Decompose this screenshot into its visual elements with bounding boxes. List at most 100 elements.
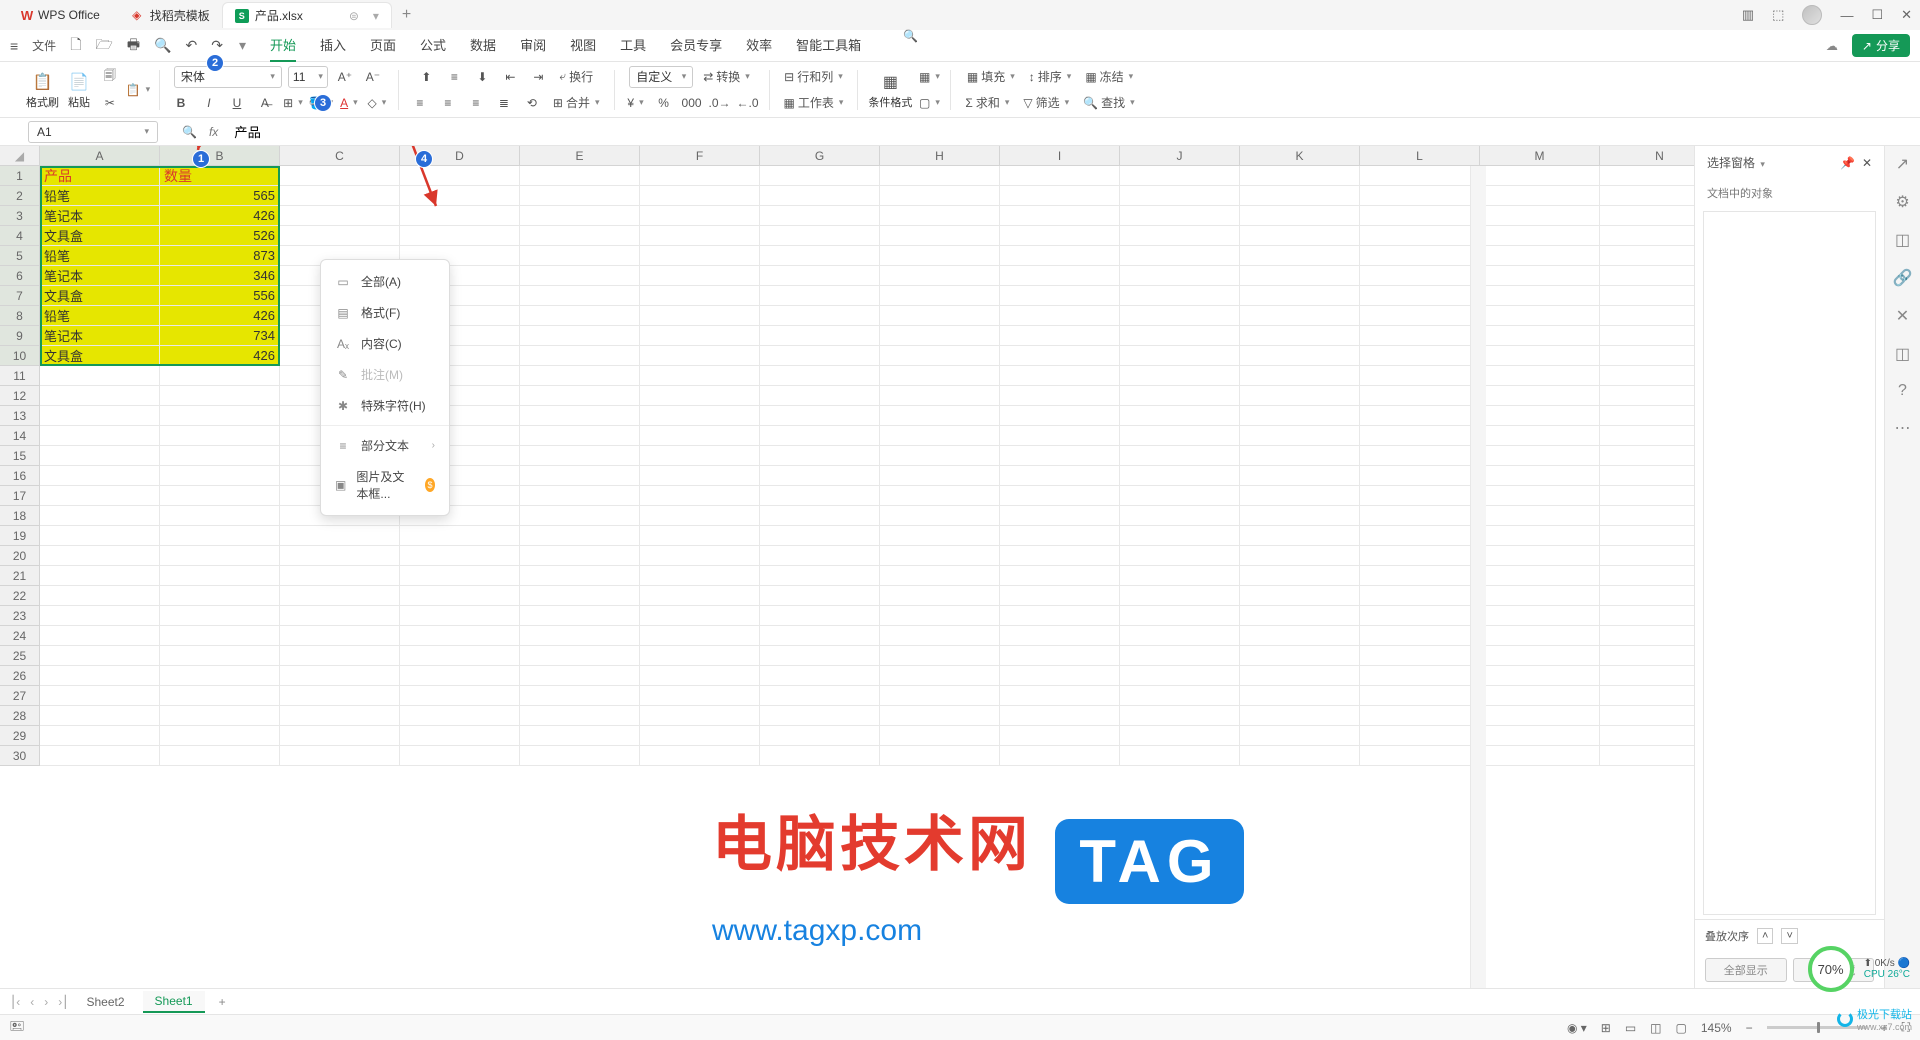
cell[interactable] (280, 706, 400, 726)
layers-icon[interactable]: ◫ (1895, 230, 1910, 250)
cell[interactable] (880, 666, 1000, 686)
cell[interactable] (640, 406, 760, 426)
cell[interactable]: 笔记本 (40, 326, 160, 346)
cell[interactable] (1120, 606, 1240, 626)
cell[interactable] (520, 686, 640, 706)
cell[interactable]: 笔记本 (40, 266, 160, 286)
currency-icon[interactable]: ¥▾ (625, 92, 647, 114)
cell[interactable] (1240, 546, 1360, 566)
cell[interactable] (1000, 366, 1120, 386)
cell[interactable] (160, 586, 280, 606)
close-button[interactable]: ✕ (1901, 7, 1912, 23)
cell[interactable] (160, 406, 280, 426)
cell[interactable] (640, 546, 760, 566)
cell[interactable] (40, 486, 160, 506)
cell[interactable] (1240, 466, 1360, 486)
cell[interactable] (1240, 626, 1360, 646)
cell[interactable] (880, 426, 1000, 446)
cell[interactable] (1120, 186, 1240, 206)
sheet-tab-sheet1[interactable]: Sheet1 (143, 991, 205, 1013)
move-down-icon[interactable]: ˅ (1781, 928, 1797, 944)
cell[interactable] (1600, 346, 1694, 366)
cell[interactable] (1240, 646, 1360, 666)
column-header[interactable]: G (760, 146, 880, 166)
column-header[interactable]: L (1360, 146, 1480, 166)
cell[interactable] (760, 606, 880, 626)
cell[interactable]: 产品 (40, 166, 160, 186)
cell[interactable] (640, 746, 760, 766)
cell[interactable] (640, 446, 760, 466)
cell[interactable] (760, 226, 880, 246)
row-header[interactable]: 18 (0, 506, 40, 526)
number-format-select[interactable]: 自定义▾ (629, 66, 693, 88)
cell[interactable] (520, 426, 640, 446)
cell[interactable] (1360, 666, 1480, 686)
cell[interactable] (760, 506, 880, 526)
cell[interactable] (520, 706, 640, 726)
cell[interactable] (1360, 746, 1480, 766)
cell[interactable] (520, 646, 640, 666)
cell[interactable] (520, 486, 640, 506)
row-header[interactable]: 23 (0, 606, 40, 626)
cell[interactable] (40, 706, 160, 726)
tab-data[interactable]: 数据 (470, 29, 496, 62)
cell[interactable] (400, 586, 520, 606)
cell[interactable]: 数量 (160, 166, 280, 186)
cell[interactable] (1120, 326, 1240, 346)
cell[interactable] (1240, 286, 1360, 306)
zoom-out-icon[interactable]: − (1746, 1021, 1753, 1035)
cell[interactable] (1480, 626, 1600, 646)
column-header[interactable]: M (1480, 146, 1600, 166)
cell[interactable] (1360, 446, 1480, 466)
cell[interactable] (1240, 606, 1360, 626)
maximize-button[interactable]: ☐ (1871, 7, 1883, 23)
cell[interactable] (1360, 286, 1480, 306)
cell[interactable] (1360, 686, 1480, 706)
cell[interactable] (1000, 166, 1120, 186)
cell[interactable] (280, 546, 400, 566)
cell[interactable] (1600, 626, 1694, 646)
cell[interactable] (1000, 346, 1120, 366)
shrink-font-icon[interactable]: A⁻ (362, 66, 384, 88)
cell[interactable] (1600, 726, 1694, 746)
cell[interactable] (1600, 586, 1694, 606)
cell[interactable] (400, 706, 520, 726)
vertical-scrollbar[interactable] (1470, 166, 1486, 988)
cell[interactable] (1480, 446, 1600, 466)
column-header[interactable]: H (880, 146, 1000, 166)
align-top-icon[interactable]: ⬆ (415, 66, 437, 88)
cell[interactable] (1480, 366, 1600, 386)
cell[interactable] (1600, 206, 1694, 226)
page-view-icon[interactable]: ◫ (1650, 1021, 1661, 1035)
tab-review[interactable]: 审阅 (520, 29, 546, 62)
cell[interactable] (1360, 166, 1480, 186)
cell[interactable] (160, 626, 280, 646)
cell[interactable] (1600, 166, 1694, 186)
cell[interactable] (1360, 466, 1480, 486)
cell[interactable] (880, 626, 1000, 646)
row-header[interactable]: 6 (0, 266, 40, 286)
cell[interactable] (1120, 286, 1240, 306)
cell[interactable] (1120, 746, 1240, 766)
cell[interactable] (640, 526, 760, 546)
next-sheet-icon[interactable]: › (44, 995, 48, 1009)
cell[interactable] (1480, 706, 1600, 726)
cell[interactable] (880, 286, 1000, 306)
cell[interactable]: 346 (160, 266, 280, 286)
cell[interactable] (880, 586, 1000, 606)
cell[interactable] (1000, 226, 1120, 246)
cell[interactable] (640, 646, 760, 666)
cell[interactable] (1240, 426, 1360, 446)
cell[interactable] (1360, 266, 1480, 286)
cell[interactable] (400, 206, 520, 226)
cell[interactable] (640, 466, 760, 486)
cell[interactable] (1600, 306, 1694, 326)
cell[interactable]: 526 (160, 226, 280, 246)
cell[interactable] (1480, 486, 1600, 506)
cell[interactable] (1360, 226, 1480, 246)
cell[interactable] (880, 526, 1000, 546)
row-header[interactable]: 8 (0, 306, 40, 326)
cell[interactable] (760, 246, 880, 266)
cell[interactable] (1240, 666, 1360, 686)
column-header[interactable]: I (1000, 146, 1120, 166)
